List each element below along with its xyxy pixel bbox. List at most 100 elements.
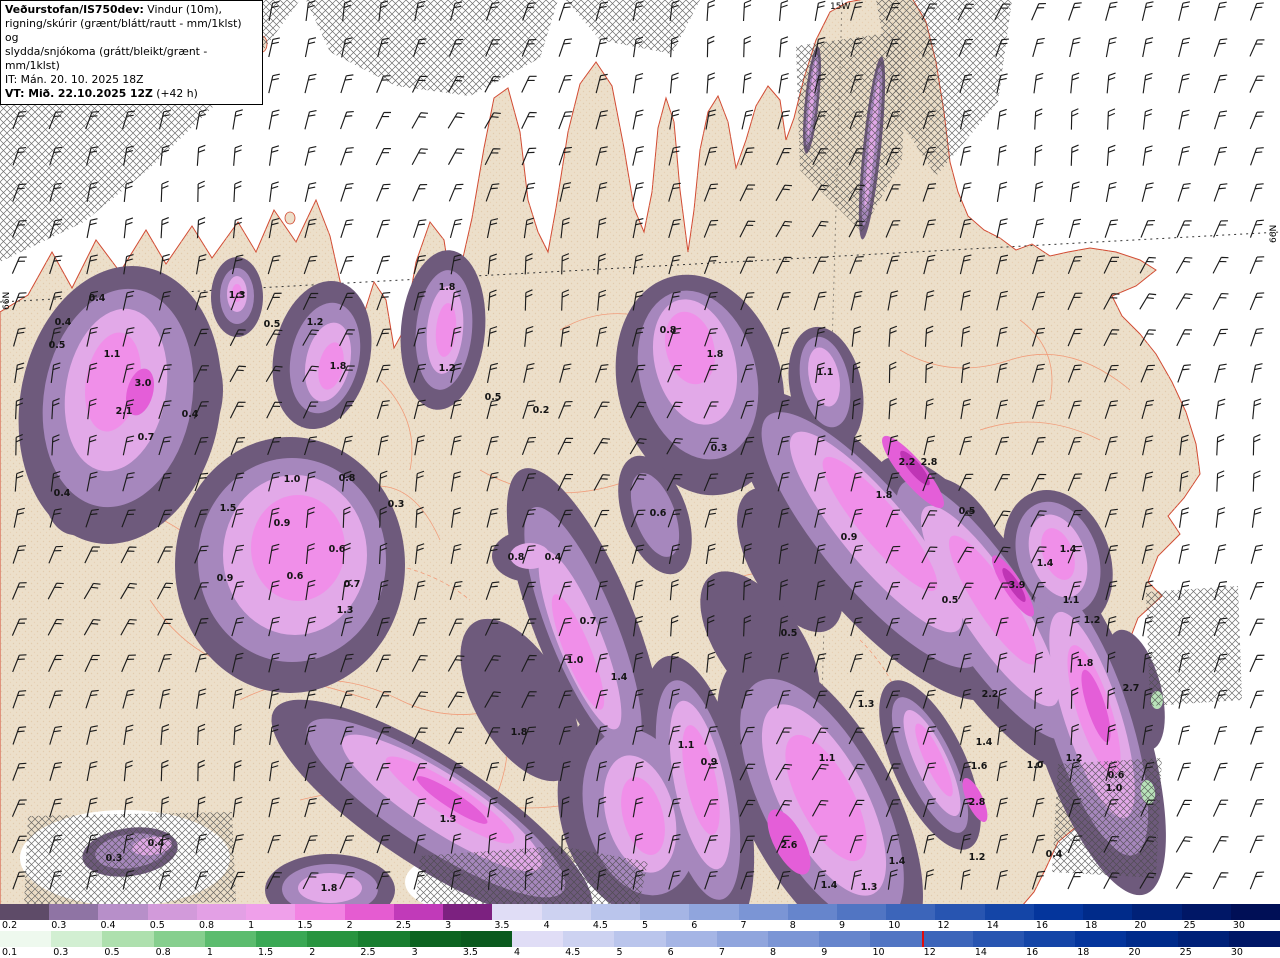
snow-scale-cell bbox=[409, 931, 461, 947]
snow-scale-value: 20 bbox=[1128, 947, 1141, 958]
latitude-label-right: 66N bbox=[1269, 225, 1279, 243]
precip-value-label: 1.1 bbox=[104, 349, 121, 360]
precip-value-label: 0.3 bbox=[711, 443, 728, 454]
rain-scale-value: 5 bbox=[642, 920, 649, 931]
rain-scale-value: 25 bbox=[1183, 920, 1196, 931]
precip-value-label: 0.5 bbox=[942, 595, 959, 606]
valid-time: VT: Mið. 22.10.2025 12Z bbox=[5, 87, 153, 101]
precip-value-label: 0.9 bbox=[701, 757, 718, 768]
rain-scale-value: 4 bbox=[543, 920, 550, 931]
color-scales: 0.2 0.3 0.4 0.5 0.8 1 1.5 2 2.5 3 3.5 4 4.5 5 6 7 8 9 10 12… bbox=[0, 904, 1280, 958]
rain-scale-value: 8 bbox=[789, 920, 796, 931]
precip-value-label: 2.2 bbox=[899, 457, 916, 468]
legend-line-rain: rigning/skúrir (grænt/blátt/rautt - mm/1… bbox=[5, 17, 242, 45]
precip-value-label: 0.9 bbox=[274, 518, 291, 529]
snow-scale-cell bbox=[819, 931, 871, 947]
valid-time-offset: (+42 h) bbox=[152, 87, 198, 101]
snow-scale-value: 16 bbox=[1026, 947, 1039, 958]
precip-value-label: 0.6 bbox=[287, 571, 304, 582]
snow-scale-value: 1.5 bbox=[258, 947, 274, 958]
snow-scale-cell bbox=[921, 931, 973, 947]
precip-value-label: 0.4 bbox=[1046, 849, 1063, 860]
precip-value-label: 2.6 bbox=[781, 840, 798, 851]
rain-scale-value: 0.8 bbox=[198, 920, 215, 931]
snow-scale-value: 12 bbox=[923, 947, 936, 958]
snow-scale-value: 6 bbox=[667, 947, 674, 958]
rain-scale-value: 4.5 bbox=[592, 920, 608, 931]
rain-scale-cell bbox=[147, 904, 197, 920]
valid-time-line: VT: Mið. 22.10.2025 12Z (+42 h) bbox=[5, 87, 257, 101]
precip-value-label: 1.1 bbox=[678, 740, 695, 751]
snow-scale-cell bbox=[716, 931, 769, 947]
snow-scale-cell bbox=[563, 931, 615, 947]
rain-scale-cell bbox=[295, 904, 345, 920]
snow-scale-value: 2 bbox=[309, 947, 316, 958]
rain-scale-value: 3 bbox=[445, 920, 452, 931]
rain-scale-value: 0.2 bbox=[2, 920, 18, 931]
precip-value-label: 0.5 bbox=[485, 392, 502, 403]
snow-scale-cell bbox=[51, 931, 103, 947]
latitude-label-left: 66N bbox=[2, 292, 12, 310]
rain-scale-value: 12 bbox=[937, 920, 950, 931]
rain-scale-cell bbox=[689, 904, 739, 920]
rain-scale-value: 30 bbox=[1232, 920, 1245, 931]
rain-scale-cell bbox=[1230, 904, 1280, 920]
rain-scale-cell bbox=[541, 904, 591, 920]
precip-value-label: 1.5 bbox=[220, 503, 237, 514]
precip-value-label: 0.5 bbox=[781, 628, 798, 639]
snow-scale-cell bbox=[1177, 931, 1229, 947]
rain-scale-value: 0.3 bbox=[51, 920, 67, 931]
product-line: Veðurstofan/IS750dev: Vindur (10m), bbox=[5, 3, 257, 17]
rain-scale-value: 9 bbox=[838, 920, 846, 931]
rain-scale-cell bbox=[246, 904, 296, 920]
precip-value-label: 3.9 bbox=[1009, 580, 1026, 591]
longitude-label: 15W bbox=[830, 2, 850, 12]
product-name: Veðurstofan/IS750dev: bbox=[5, 3, 144, 16]
precip-value-label: 1.1 bbox=[817, 367, 834, 378]
init-time: IT: Mán. 20. 10. 2025 18Z bbox=[5, 73, 144, 87]
precip-value-label: 1.4 bbox=[611, 672, 628, 683]
snow-scale-bar bbox=[0, 931, 1280, 947]
precip-value-label: 0.6 bbox=[1108, 770, 1125, 781]
rain-scale-cell bbox=[443, 904, 493, 920]
precip-value-label: 1.8 bbox=[876, 490, 893, 501]
snow-scale-cell bbox=[307, 931, 359, 947]
precip-value-label: 0.7 bbox=[580, 616, 597, 627]
snow-scale-value: 10 bbox=[872, 947, 885, 958]
rain-scale-bar bbox=[0, 904, 1280, 920]
rain-scale-cell bbox=[836, 904, 887, 920]
precip-value-label: 0.4 bbox=[545, 552, 562, 563]
snow-scale-value: 25 bbox=[1179, 947, 1192, 958]
snow-scale-cell bbox=[972, 931, 1025, 947]
rain-scale-cell bbox=[590, 904, 641, 920]
rain-scale-values: 0.2 0.3 0.4 0.5 0.8 1 1.5 2 2.5 3 3.5 4 4.5 5 6 7 8 9 10 12… bbox=[0, 920, 1280, 931]
snow-scale-cell bbox=[1024, 931, 1076, 947]
rain-scale-cell bbox=[1132, 904, 1182, 920]
precip-value-label: 1.1 bbox=[1063, 595, 1080, 606]
snow-scale-cell bbox=[102, 931, 154, 947]
precip-value-label: 2.7 bbox=[1123, 683, 1140, 694]
precip-value-label: 0.6 bbox=[329, 544, 346, 555]
rain-scale-value: 1 bbox=[248, 920, 255, 931]
snow-scale-values: 0.1 0.3 0.5 0.8 1 1.5 2 2.5 3 3.5 4 4.5 5 6 7 8 9 10 12 14 1… bbox=[0, 947, 1280, 958]
snow-scale-cell bbox=[512, 931, 564, 947]
precip-value-label: 1.3 bbox=[861, 882, 878, 893]
precip-value-label: 1.4 bbox=[1037, 558, 1054, 569]
legend-line-sleet: slydda/snjókoma (grátt/bleikt/grænt - mm… bbox=[5, 45, 208, 73]
precip-value-label: 0.2 bbox=[533, 405, 550, 416]
rain-scale-value: 3.5 bbox=[494, 920, 510, 931]
snow-scale-value: 5 bbox=[616, 947, 623, 958]
precip-value-label: 1.2 bbox=[969, 852, 986, 863]
precip-value-label: 1.0 bbox=[1027, 760, 1044, 771]
snow-scale-value: 0.3 bbox=[53, 947, 69, 958]
rain-scale: 0.2 0.3 0.4 0.5 0.8 1 1.5 2 2.5 3 3.5 4 4.5 5 6 7 8 9 10 12… bbox=[0, 904, 1280, 931]
snow-scale-cell bbox=[614, 931, 666, 947]
precip-value-label: 1.0 bbox=[567, 655, 584, 666]
rain-scale-cell bbox=[344, 904, 394, 920]
precip-value-label: 1.4 bbox=[889, 856, 906, 867]
rain-scale-cell bbox=[1033, 904, 1084, 920]
rain-scale-value: 7 bbox=[740, 920, 747, 931]
rain-scale-cell bbox=[49, 904, 99, 920]
precip-value-label: 1.0 bbox=[1106, 783, 1123, 794]
precip-value-label: 0.4 bbox=[148, 838, 165, 849]
